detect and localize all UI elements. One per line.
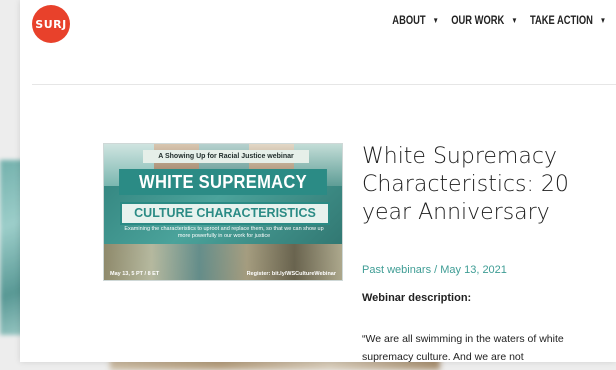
site-header: SURJ ABOUT ▼ OUR WORK ▼ TAKE ACTION ▼ bbox=[20, 0, 616, 46]
banner-register-link: Register: bit.ly/WSCultureWebinar bbox=[246, 271, 336, 277]
description-heading: Webinar description: bbox=[362, 292, 472, 304]
caret-down-icon: ▼ bbox=[511, 15, 518, 25]
nav-label: TAKE ACTION bbox=[529, 13, 593, 27]
main-navigation: ABOUT ▼ OUR WORK ▼ TAKE ACTION ▼ bbox=[392, 13, 606, 27]
nav-item-our-work[interactable]: OUR WORK ▼ bbox=[451, 13, 517, 27]
banner-photo-footer: May 13, 5 PT / 8 ET Register: bit.ly/WSC… bbox=[104, 244, 342, 280]
site-logo[interactable]: SURJ bbox=[32, 5, 70, 43]
banner-title-line2: CULTURE CHARACTERISTICS bbox=[120, 202, 330, 225]
webinar-banner-image[interactable]: A Showing Up for Racial Justice webinar … bbox=[103, 143, 343, 281]
nav-label: ABOUT bbox=[392, 13, 426, 27]
caret-down-icon: ▼ bbox=[599, 15, 606, 25]
divider bbox=[32, 84, 616, 85]
banner-date: May 13, 5 PT / 8 ET bbox=[110, 271, 160, 277]
caret-down-icon: ▼ bbox=[432, 15, 439, 25]
logo-text: SURJ bbox=[35, 17, 67, 31]
post-meta-link[interactable]: Past webinars / May 13, 2021 bbox=[362, 264, 507, 276]
banner-tagline: A Showing Up for Racial Justice webinar bbox=[143, 150, 309, 163]
post-title: White Supremacy Characteristics: 20 year… bbox=[362, 144, 569, 225]
banner-title-line1: WHITE SUPREMACY bbox=[119, 169, 327, 195]
description-text: “We are all swimming in the waters of wh… bbox=[362, 333, 564, 362]
nav-item-about[interactable]: ABOUT ▼ bbox=[392, 13, 438, 27]
banner-subtitle: Examining the characteristics to uproot … bbox=[124, 226, 324, 239]
webpage: SURJ ABOUT ▼ OUR WORK ▼ TAKE ACTION ▼ A … bbox=[20, 0, 616, 362]
nav-item-take-action[interactable]: TAKE ACTION ▼ bbox=[530, 13, 606, 27]
nav-label: OUR WORK bbox=[451, 13, 505, 27]
